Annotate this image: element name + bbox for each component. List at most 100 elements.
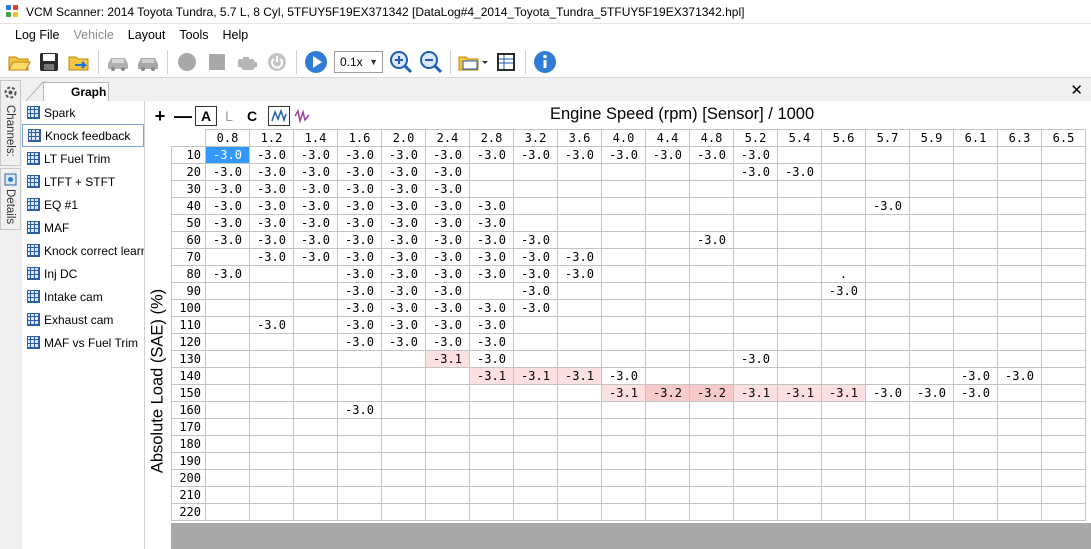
table-cell[interactable] <box>821 367 866 385</box>
table-cell[interactable] <box>777 299 822 317</box>
table-cell[interactable]: -3.0 <box>601 367 646 385</box>
table-cell[interactable] <box>249 367 294 385</box>
table-cell[interactable] <box>293 316 338 334</box>
table-cell[interactable]: -3.0 <box>381 163 426 181</box>
table-cell[interactable] <box>1041 180 1086 198</box>
table-cell[interactable] <box>865 180 910 198</box>
table-cell[interactable] <box>425 503 470 521</box>
table-cell[interactable] <box>909 214 954 232</box>
table-cell[interactable] <box>557 333 602 351</box>
table-cell[interactable] <box>557 214 602 232</box>
table-cell[interactable] <box>689 418 734 436</box>
table-cell[interactable] <box>293 486 338 504</box>
table-cell[interactable] <box>821 197 866 215</box>
table-cell[interactable]: -3.0 <box>293 180 338 198</box>
table-cell[interactable] <box>601 418 646 436</box>
table-cell[interactable] <box>997 316 1042 334</box>
table-cell[interactable] <box>997 401 1042 419</box>
table-cell[interactable] <box>381 469 426 487</box>
table-cell[interactable] <box>337 452 382 470</box>
vehicle-2-icon[interactable] <box>133 48 163 76</box>
table-cell[interactable]: -3.0 <box>953 367 998 385</box>
table-cell[interactable] <box>645 350 690 368</box>
table-cell[interactable] <box>513 486 558 504</box>
table-cell[interactable] <box>689 435 734 453</box>
table-cell[interactable] <box>909 469 954 487</box>
details-side-tab[interactable]: Details <box>0 168 21 230</box>
table-cell[interactable] <box>865 231 910 249</box>
table-cell[interactable] <box>953 197 998 215</box>
table-cell[interactable] <box>821 214 866 232</box>
table-cell[interactable] <box>865 299 910 317</box>
play-icon[interactable] <box>301 48 331 76</box>
table-cell[interactable] <box>469 469 514 487</box>
table-cell[interactable] <box>733 180 778 198</box>
table-cell[interactable] <box>337 367 382 385</box>
table-cell[interactable] <box>645 197 690 215</box>
table-cell[interactable]: -3.0 <box>557 248 602 266</box>
table-cell[interactable] <box>953 248 998 266</box>
table-cell[interactable] <box>821 248 866 266</box>
table-cell[interactable] <box>557 282 602 300</box>
channel-item[interactable]: Knock correct learn <box>22 239 144 262</box>
table-cell[interactable] <box>381 435 426 453</box>
table-cell[interactable]: -3.0 <box>997 367 1042 385</box>
table-cell[interactable]: -3.1 <box>425 350 470 368</box>
table-cell[interactable] <box>293 401 338 419</box>
table-cell[interactable] <box>997 163 1042 181</box>
table-cell[interactable] <box>1041 299 1086 317</box>
table-cell[interactable]: -3.0 <box>205 180 250 198</box>
table-cell[interactable] <box>909 452 954 470</box>
menu-layout[interactable]: Layout <box>121 24 173 46</box>
table-cell[interactable]: -3.2 <box>689 384 734 402</box>
table-cell[interactable] <box>205 282 250 300</box>
table-cell[interactable] <box>601 282 646 300</box>
table-cell[interactable] <box>293 265 338 283</box>
table-cell[interactable]: -3.0 <box>953 384 998 402</box>
table-cell[interactable] <box>997 146 1042 164</box>
table-cell[interactable] <box>293 452 338 470</box>
table-cell[interactable] <box>821 435 866 453</box>
table-cell[interactable]: -3.0 <box>425 231 470 249</box>
table-cell[interactable] <box>865 350 910 368</box>
table-cell[interactable]: -3.1 <box>557 367 602 385</box>
table-cell[interactable]: -3.0 <box>337 265 382 283</box>
table-cell[interactable] <box>205 248 250 266</box>
table-cell[interactable] <box>909 503 954 521</box>
table-cell[interactable] <box>645 435 690 453</box>
table-cell[interactable] <box>381 401 426 419</box>
table-cell[interactable] <box>1041 265 1086 283</box>
table-cell[interactable]: -3.0 <box>381 333 426 351</box>
table-cell[interactable]: -3.0 <box>381 180 426 198</box>
table-cell[interactable]: -3.0 <box>557 265 602 283</box>
table-cell[interactable]: -3.0 <box>337 163 382 181</box>
table-cell[interactable]: -3.0 <box>513 146 558 164</box>
table-cell[interactable] <box>645 367 690 385</box>
table-cell[interactable]: -3.0 <box>513 248 558 266</box>
table-cell[interactable] <box>557 299 602 317</box>
table-cell[interactable]: -3.0 <box>381 197 426 215</box>
table-cell[interactable]: -3.0 <box>777 163 822 181</box>
table-cell[interactable]: -3.0 <box>205 265 250 283</box>
table-cell[interactable] <box>733 265 778 283</box>
table-cell[interactable] <box>293 299 338 317</box>
table-cell[interactable] <box>865 265 910 283</box>
table-cell[interactable] <box>557 384 602 402</box>
table-cell[interactable] <box>1041 452 1086 470</box>
table-cell[interactable] <box>557 401 602 419</box>
table-cell[interactable] <box>821 401 866 419</box>
table-cell[interactable] <box>557 316 602 334</box>
table-cell[interactable]: -3.0 <box>205 146 250 164</box>
table-cell[interactable] <box>249 452 294 470</box>
table-cell[interactable] <box>645 231 690 249</box>
table-cell[interactable]: -3.0 <box>381 146 426 164</box>
table-cell[interactable]: -3.0 <box>689 146 734 164</box>
channel-item[interactable]: Knock feedback <box>22 124 144 147</box>
table-cell[interactable] <box>1041 231 1086 249</box>
table-cell[interactable] <box>733 418 778 436</box>
table-save-icon[interactable] <box>491 48 521 76</box>
table-cell[interactable] <box>777 231 822 249</box>
table-cell[interactable] <box>997 231 1042 249</box>
table-cell[interactable]: -3.0 <box>249 180 294 198</box>
table-cell[interactable]: -3.0 <box>469 197 514 215</box>
